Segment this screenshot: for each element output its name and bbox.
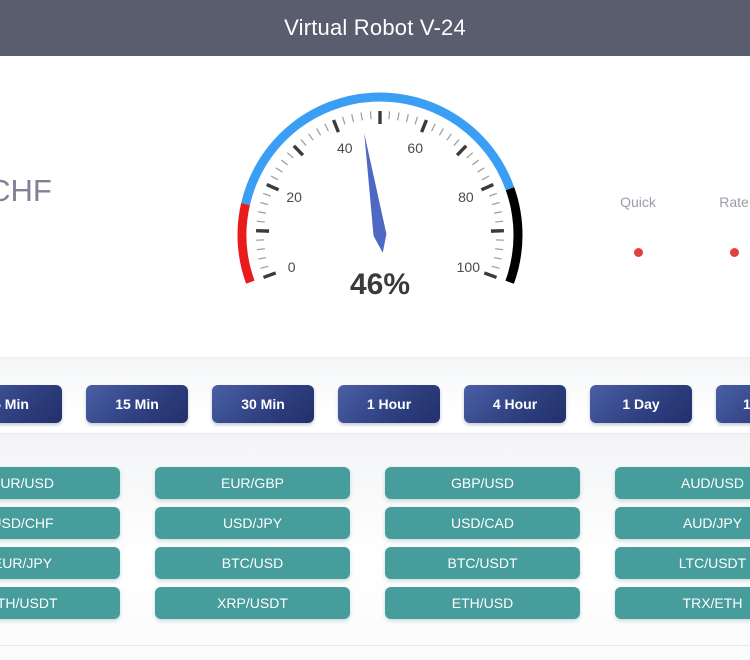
timeframe-button[interactable]: 1 Week xyxy=(716,385,750,423)
gauge-minor-tick xyxy=(260,201,269,206)
gauge-minor-tick xyxy=(270,175,279,181)
indicator-group: Quick Rate xyxy=(612,194,750,257)
timeframe-button[interactable]: 30 Min xyxy=(212,385,314,423)
timeframe-button[interactable]: 1 Day xyxy=(590,385,692,423)
indicator-label: Rate xyxy=(719,194,749,210)
gauge-minor-tick xyxy=(360,112,363,121)
app-header: Virtual Robot V-24 xyxy=(0,0,750,56)
status-dot-icon xyxy=(729,248,739,257)
current-pair-name: USD/CHF xyxy=(0,173,52,208)
gauge-value-label: 46% xyxy=(349,268,411,301)
currency-pair-button[interactable]: USD/CHF xyxy=(0,507,120,539)
gauge-minor-tick xyxy=(275,167,283,173)
currency-pair-button[interactable]: BTC/USDT xyxy=(385,547,580,579)
gauge-minor-tick xyxy=(315,128,322,136)
gauge-minor-tick xyxy=(324,123,329,132)
gauge-major-tick xyxy=(266,183,280,192)
currency-pair-button[interactable]: TRX/ETH xyxy=(615,587,750,619)
gauge-tick-label: 20 xyxy=(286,189,302,205)
gauge-major-tick xyxy=(455,144,468,157)
gauge-minor-tick xyxy=(300,139,307,147)
gauge-needle xyxy=(364,133,387,253)
currency-pair-button[interactable]: USD/CAD xyxy=(385,507,580,539)
pairs-grid: EUR/USDEUR/GBPGBP/USDAUD/USDNZD/USDUSD/C… xyxy=(0,467,750,619)
app-root: Virtual Robot V-24 USD/CHF Buy (46%) 020… xyxy=(0,0,750,660)
currency-pair-button[interactable]: ETH/USD xyxy=(385,587,580,619)
timeframe-row: 5 Min 15 Min 30 Min 1 Hour 4 Hour 1 Day 1 Week xyxy=(0,385,750,423)
gauge-minor-tick xyxy=(495,248,504,251)
currency-pair-button[interactable]: AUD/JPY xyxy=(615,507,750,539)
gauge-tick-label: 60 xyxy=(407,140,423,156)
gauge-minor-tick xyxy=(369,111,372,120)
gauge-minor-tick xyxy=(493,211,502,214)
currency-pair-button[interactable]: ETH/USDT xyxy=(0,587,120,619)
indicator-quick[interactable]: Quick xyxy=(612,194,664,257)
gauge-minor-tick xyxy=(262,192,271,197)
currency-pair-button[interactable]: AUD/USD xyxy=(615,467,750,499)
currency-pair-button[interactable]: EUR/USD xyxy=(0,467,120,499)
gauge-major-tick xyxy=(480,183,494,192)
timeframe-button[interactable]: 5 Min xyxy=(0,385,62,423)
gauge-minor-tick xyxy=(308,133,314,141)
gauge-minor-tick xyxy=(477,167,485,173)
currency-pair-button[interactable]: LTC/USDT xyxy=(615,547,750,579)
signal-strength-label: (46%) xyxy=(0,245,114,261)
currency-pair-button[interactable]: BTC/USD xyxy=(155,547,350,579)
gauge-minor-tick xyxy=(388,111,391,120)
gauge-minor-tick xyxy=(405,114,409,123)
gauge-minor-tick xyxy=(256,220,265,223)
currency-pair-button[interactable]: EUR/GBP xyxy=(155,467,350,499)
gauge-minor-tick xyxy=(351,114,355,123)
indicator-rate[interactable]: Rate xyxy=(708,194,750,257)
gauge-minor-tick xyxy=(446,133,452,141)
currency-pair-button[interactable]: GBP/USD xyxy=(385,467,580,499)
gauge-minor-tick xyxy=(481,175,490,181)
gauge-minor-tick xyxy=(431,123,436,132)
signal-gauge: 0 20 40 60 80 100 46% xyxy=(215,70,545,320)
gauge-minor-tick xyxy=(258,211,267,214)
gauge-minor-tick xyxy=(256,248,265,251)
current-pair-info: USD/CHF Buy (46%) xyxy=(0,173,114,261)
gauge-minor-tick xyxy=(472,159,480,166)
timeframe-button[interactable]: 15 Min xyxy=(86,385,188,423)
gauge-minor-tick xyxy=(258,256,267,260)
gauge-minor-tick xyxy=(493,256,502,260)
gauge-minor-tick xyxy=(397,112,400,121)
gauge-tick-label: 40 xyxy=(337,140,353,156)
gauge-minor-tick xyxy=(414,116,419,125)
currency-pair-button[interactable]: USD/JPY xyxy=(155,507,350,539)
gauge-minor-tick xyxy=(280,159,288,166)
signal-action-label: Buy xyxy=(0,220,114,241)
gauge-tick-label: 80 xyxy=(458,189,474,205)
timeframe-button[interactable]: 1 Hour xyxy=(338,385,440,423)
gauge-minor-tick xyxy=(453,139,460,147)
pairs-area: EUR/USDEUR/GBPGBP/USDAUD/USDNZD/USDUSD/C… xyxy=(0,434,750,660)
gauge-major-tick xyxy=(331,119,340,133)
gauge-major-tick xyxy=(420,119,429,133)
timeframe-button[interactable]: 4 Hour xyxy=(464,385,566,423)
gauge-minor-tick xyxy=(438,128,445,136)
status-dot-icon xyxy=(633,248,643,257)
bottom-divider xyxy=(0,645,750,646)
currency-pair-button[interactable]: EUR/JPY xyxy=(0,547,120,579)
gauge-minor-tick xyxy=(495,220,504,223)
gauge-minor-tick xyxy=(466,152,474,159)
page-title: Virtual Robot V-24 xyxy=(284,15,466,40)
timeframe-strip: 5 Min 15 Min 30 Min 1 Hour 4 Hour 1 Day 1 Week xyxy=(0,358,750,434)
gauge-minor-tick xyxy=(491,201,500,206)
signal-panel: USD/CHF Buy (46%) 020406080100 46% Quick… xyxy=(0,56,750,358)
indicator-label: Quick xyxy=(620,194,656,210)
currency-pair-button[interactable]: XRP/USDT xyxy=(155,587,350,619)
gauge-minor-tick xyxy=(489,192,498,197)
gauge-minor-tick xyxy=(341,116,346,125)
gauge-major-tick xyxy=(292,144,305,157)
gauge-minor-tick xyxy=(286,152,294,159)
